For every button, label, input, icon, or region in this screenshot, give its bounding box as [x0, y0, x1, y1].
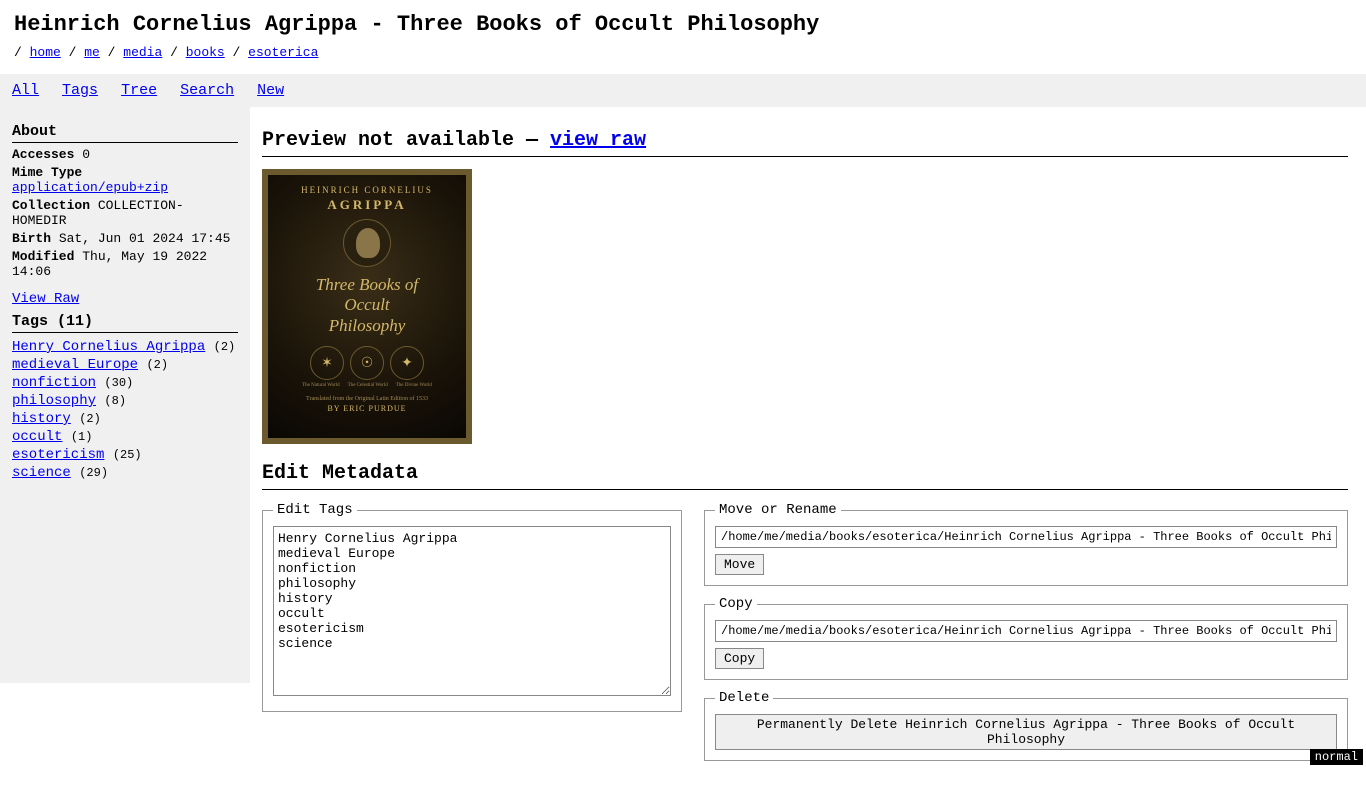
cover-editor: BY ERIC PURDUE — [327, 404, 406, 413]
breadcrumb-home[interactable]: home — [30, 45, 61, 60]
move-button[interactable]: Move — [715, 554, 764, 575]
nav-search[interactable]: Search — [180, 82, 234, 99]
tag-link[interactable]: science — [12, 465, 71, 481]
nav-new[interactable]: New — [257, 82, 284, 99]
book-cover: HEINRICH CORNELIUS AGRIPPA Three Books o… — [262, 169, 472, 444]
breadcrumb-esoterica[interactable]: esoterica — [248, 45, 318, 60]
emblem-divine-icon: ✦ — [390, 346, 424, 380]
copy-fieldset: Copy Copy — [704, 596, 1348, 680]
cover-author-name: AGRIPPA — [327, 197, 406, 213]
edit-tags-legend: Edit Tags — [273, 502, 357, 518]
cover-sublabels: The Natural World The Celestial World Th… — [302, 383, 432, 388]
page-title: Heinrich Cornelius Agrippa - Three Books… — [14, 12, 1366, 37]
move-legend: Move or Rename — [715, 502, 841, 518]
tag-link[interactable]: esotericism — [12, 447, 104, 463]
breadcrumb-me[interactable]: me — [84, 45, 100, 60]
emblem-celestial-icon: ☉ — [350, 346, 384, 380]
cover-title: Three Books of Occult Philosophy — [316, 275, 418, 336]
copy-button[interactable]: Copy — [715, 648, 764, 669]
breadcrumb: / home / me / media / books / esoterica — [14, 45, 1366, 60]
edit-metadata-heading: Edit Metadata — [262, 462, 1348, 490]
preview-heading: Preview not available — view raw — [262, 129, 1348, 157]
emblem-natural-icon: ✶ — [310, 346, 344, 380]
nav-all[interactable]: All — [12, 82, 39, 99]
move-fieldset: Move or Rename Move — [704, 502, 1348, 586]
status-badge: normal — [1310, 749, 1363, 765]
breadcrumb-media[interactable]: media — [123, 45, 162, 60]
copy-legend: Copy — [715, 596, 757, 612]
main-content: Preview not available — view raw HEINRIC… — [250, 107, 1366, 811]
tag-link[interactable]: nonfiction — [12, 375, 96, 391]
edit-tags-fieldset: Edit Tags — [262, 502, 682, 712]
tag-link[interactable]: medieval Europe — [12, 357, 138, 373]
cover-portrait-icon — [343, 219, 391, 267]
breadcrumb-books[interactable]: books — [186, 45, 225, 60]
tags-heading: Tags (11) — [12, 313, 238, 333]
tag-list: Henry Cornelius Agrippa (2) medieval Eur… — [12, 339, 238, 481]
tag-link[interactable]: philosophy — [12, 393, 96, 409]
meta-accesses: Accesses 0 — [12, 147, 238, 162]
delete-fieldset: Delete Permanently Delete Heinrich Corne… — [704, 690, 1348, 761]
delete-button[interactable]: Permanently Delete Heinrich Cornelius Ag… — [715, 714, 1337, 750]
cover-author-top: HEINRICH CORNELIUS — [301, 185, 433, 195]
meta-birth: Birth Sat, Jun 01 2024 17:45 — [12, 231, 238, 246]
tags-textarea[interactable] — [273, 526, 671, 696]
meta-collection: Collection COLLECTION-HOMEDIR — [12, 198, 238, 228]
nav-tags[interactable]: Tags — [62, 82, 98, 99]
cover-emblems: ✶ ☉ ✦ — [310, 346, 424, 380]
top-nav: All Tags Tree Search New — [0, 74, 1366, 107]
cover-translated: Translated from the Original Latin Editi… — [306, 396, 428, 402]
delete-legend: Delete — [715, 690, 773, 706]
about-heading: About — [12, 123, 238, 143]
move-path-input[interactable] — [715, 526, 1337, 548]
sidebar: About Accesses 0 Mime Type application/e… — [0, 107, 250, 683]
view-raw-link-main[interactable]: view raw — [550, 129, 646, 152]
tag-link[interactable]: history — [12, 411, 71, 427]
meta-modified: Modified Thu, May 19 2022 14:06 — [12, 249, 238, 279]
meta-mime: Mime Type application/epub+zip — [12, 165, 238, 195]
tag-link[interactable]: Henry Cornelius Agrippa — [12, 339, 205, 355]
mime-link[interactable]: application/epub+zip — [12, 180, 168, 195]
tag-link[interactable]: occult — [12, 429, 62, 445]
nav-tree[interactable]: Tree — [121, 82, 157, 99]
copy-path-input[interactable] — [715, 620, 1337, 642]
view-raw-link-sidebar[interactable]: View Raw — [12, 291, 238, 307]
